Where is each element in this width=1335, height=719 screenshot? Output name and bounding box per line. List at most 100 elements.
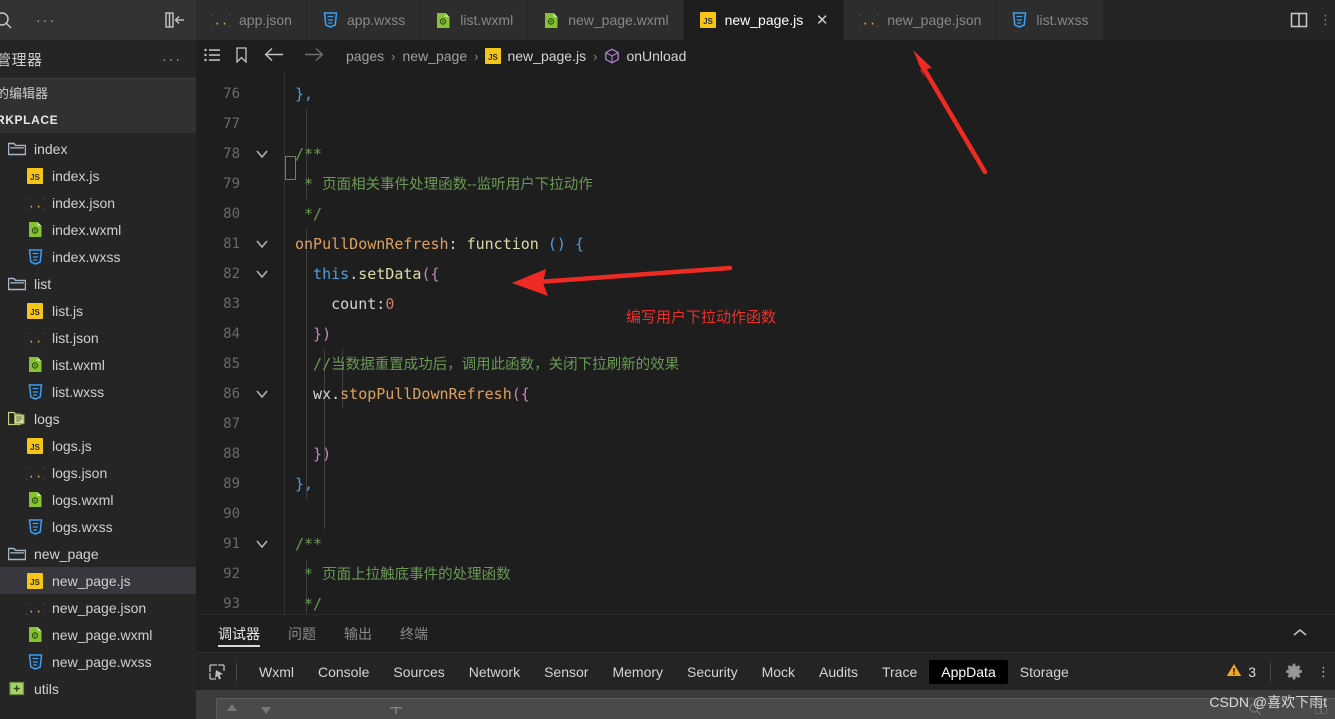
tree-item-new-page-wxss[interactable]: new_page.wxss: [0, 648, 196, 675]
bookmark-icon[interactable]: [235, 46, 248, 66]
chevron-down-icon[interactable]: [254, 259, 270, 289]
breadcrumb-item-new-page-js[interactable]: new_page.js: [507, 48, 586, 64]
devtools-tab-security[interactable]: Security: [675, 660, 750, 684]
editor-tab-new-page-wxml[interactable]: new_page.wxml: [528, 0, 684, 40]
tree-item-logs-wxml[interactable]: logs.wxml: [0, 486, 196, 513]
folder-page-icon: [6, 410, 28, 428]
navigate-forward-icon[interactable]: [304, 47, 324, 65]
line-number: 93: [196, 589, 284, 614]
tree-item-logs-json[interactable]: {..} logs.json: [0, 459, 196, 486]
devtools-tab-appdata[interactable]: AppData: [929, 659, 1008, 684]
editor-tab-app-wxss[interactable]: app.wxss: [306, 0, 421, 40]
js-icon: JS: [485, 48, 502, 64]
breadcrumb-item-onUnload[interactable]: onUnload: [626, 48, 686, 64]
tree-item-list-json[interactable]: {..} list.json: [0, 324, 196, 351]
json-icon: {..}: [24, 464, 46, 482]
chevron-down-icon[interactable]: [254, 229, 270, 259]
close-icon[interactable]: ✕: [815, 13, 829, 28]
code-line: },: [295, 475, 314, 493]
sidebar-view-more-icon[interactable]: ···: [162, 51, 182, 67]
code-editor[interactable]: 76 77 78 79 80 81 82 83 84 85 86 87 88 89 90 91 92 93 }, …: [196, 72, 1335, 614]
tree-item-index-wxml[interactable]: index.wxml: [0, 216, 196, 243]
chevron-down-icon[interactable]: [254, 529, 270, 559]
chevron-up-icon[interactable]: [1291, 626, 1309, 640]
tree-item-index-json[interactable]: {..} index.json: [0, 189, 196, 216]
svg-text:JS: JS: [30, 308, 40, 317]
devtools-tab-mock[interactable]: Mock: [750, 660, 807, 684]
section-open-editors[interactable]: 的编辑器: [0, 79, 196, 106]
editor-tab-list-wxss[interactable]: list.wxss: [996, 0, 1104, 40]
split-editor-icon[interactable]: [1289, 11, 1309, 29]
devtools-tab-sources[interactable]: Sources: [381, 660, 456, 684]
line-number-value: 92: [223, 566, 240, 582]
tree-item-label: new_page.wxss: [52, 653, 152, 670]
folder-icon: [6, 275, 28, 293]
appdata-toolbar[interactable]: [226, 704, 402, 714]
outline-list-icon[interactable]: [204, 48, 221, 65]
line-number: 84: [196, 319, 284, 349]
folder-plus-icon: [6, 680, 28, 698]
devtools-tab-network[interactable]: Network: [457, 660, 532, 684]
devtools-more-icon[interactable]: ⋮: [1317, 665, 1330, 678]
tree-item-list-wxml[interactable]: list.wxml: [0, 351, 196, 378]
tree-item-utils[interactable]: utils: [0, 675, 196, 702]
inspect-element-icon[interactable]: [204, 661, 230, 683]
editor-tab-new-page-json[interactable]: {..} new_page.json: [844, 0, 997, 40]
breadcrumb-separator: ›: [391, 48, 396, 64]
vscode-window: ··· 管理器 ··· 的编辑器 RKPLACE index JS index.js…: [0, 0, 1335, 719]
tree-item-list[interactable]: list: [0, 270, 196, 297]
wxss-icon: [1012, 12, 1027, 28]
code-content[interactable]: }, /** * 页面相关事件处理函数--监听用户下拉动作 */ onPullD…: [284, 72, 1335, 614]
editor-tab-new-page-js[interactable]: JS new_page.js ✕: [683, 0, 845, 40]
editor-tab-label: new_page.js: [724, 12, 804, 28]
tree-item-new-page-json[interactable]: {..} new_page.json: [0, 594, 196, 621]
panel-tab-bar: 调试器 问题 输出 终端: [196, 614, 1335, 652]
devtools-tab-trace[interactable]: Trace: [870, 660, 929, 684]
panel-tab-0[interactable]: 调试器: [218, 615, 260, 653]
section-workspace[interactable]: RKPLACE: [0, 106, 196, 133]
devtools-tab-storage[interactable]: Storage: [1008, 660, 1081, 684]
wxml-icon: [24, 626, 46, 644]
tree-item-index-wxss[interactable]: index.wxss: [0, 243, 196, 270]
tree-item-new-page-wxml[interactable]: new_page.wxml: [0, 621, 196, 648]
devtools-tab-console[interactable]: Console: [306, 660, 381, 684]
gear-icon[interactable]: [1285, 663, 1303, 681]
devtools-tab-memory[interactable]: Memory: [600, 660, 675, 684]
wxml-icon: [544, 12, 559, 29]
sidebar-title: 管理器: [0, 51, 43, 69]
tree-item-new-page[interactable]: new_page: [0, 540, 196, 567]
devtools-tab-sensor[interactable]: Sensor: [532, 660, 600, 684]
tree-item-index-js[interactable]: JS index.js: [0, 162, 196, 189]
breadcrumb: pages › new_page › JS new_page.js › onUnload: [196, 40, 1335, 72]
devtools-tab-wxml[interactable]: Wxml: [247, 660, 306, 684]
tree-item-index[interactable]: index: [0, 135, 196, 162]
tree-item-logs-wxss[interactable]: logs.wxss: [0, 513, 196, 540]
editor-tab-list-wxml[interactable]: list.wxml: [420, 0, 529, 40]
sidebar-more-actions-icon[interactable]: ···: [36, 13, 56, 27]
collapse-sidebar-icon[interactable]: [164, 10, 186, 30]
panel-tab-3[interactable]: 终端: [400, 615, 428, 653]
search-icon[interactable]: [0, 10, 13, 30]
editor-actions-more-icon[interactable]: ⋮: [1319, 13, 1332, 26]
line-number-gutter[interactable]: 76 77 78 79 80 81 82 83 84 85 86 87 88 89 90 91 92 93: [196, 72, 284, 614]
panel-tab-2[interactable]: 输出: [344, 615, 372, 653]
devtools-tab-audits[interactable]: Audits: [807, 660, 870, 684]
panel-tab-1[interactable]: 问题: [288, 615, 316, 653]
tree-item-new-page-js[interactable]: JS new_page.js: [0, 567, 196, 594]
tree-item-label: list.wxss: [52, 383, 105, 400]
chevron-down-icon[interactable]: [254, 139, 270, 169]
navigate-back-icon[interactable]: [264, 47, 284, 65]
editor-tab-app-json[interactable]: {..} app.json: [196, 0, 307, 40]
breadcrumb-item-pages[interactable]: pages: [346, 48, 384, 64]
warning-status[interactable]: 3: [1226, 663, 1256, 680]
breadcrumb-item-new-page[interactable]: new_page: [403, 48, 468, 64]
tree-item-logs-js[interactable]: JS logs.js: [0, 432, 196, 459]
chevron-down-icon[interactable]: [254, 379, 270, 409]
tree-item-list-js[interactable]: JS list.js: [0, 297, 196, 324]
js-icon: JS: [24, 437, 46, 455]
warning-triangle-icon: [1226, 663, 1242, 680]
code-line: /**: [295, 145, 323, 163]
editor-tab-label: app.json: [239, 12, 292, 28]
tree-item-list-wxss[interactable]: list.wxss: [0, 378, 196, 405]
tree-item-logs[interactable]: logs: [0, 405, 196, 432]
